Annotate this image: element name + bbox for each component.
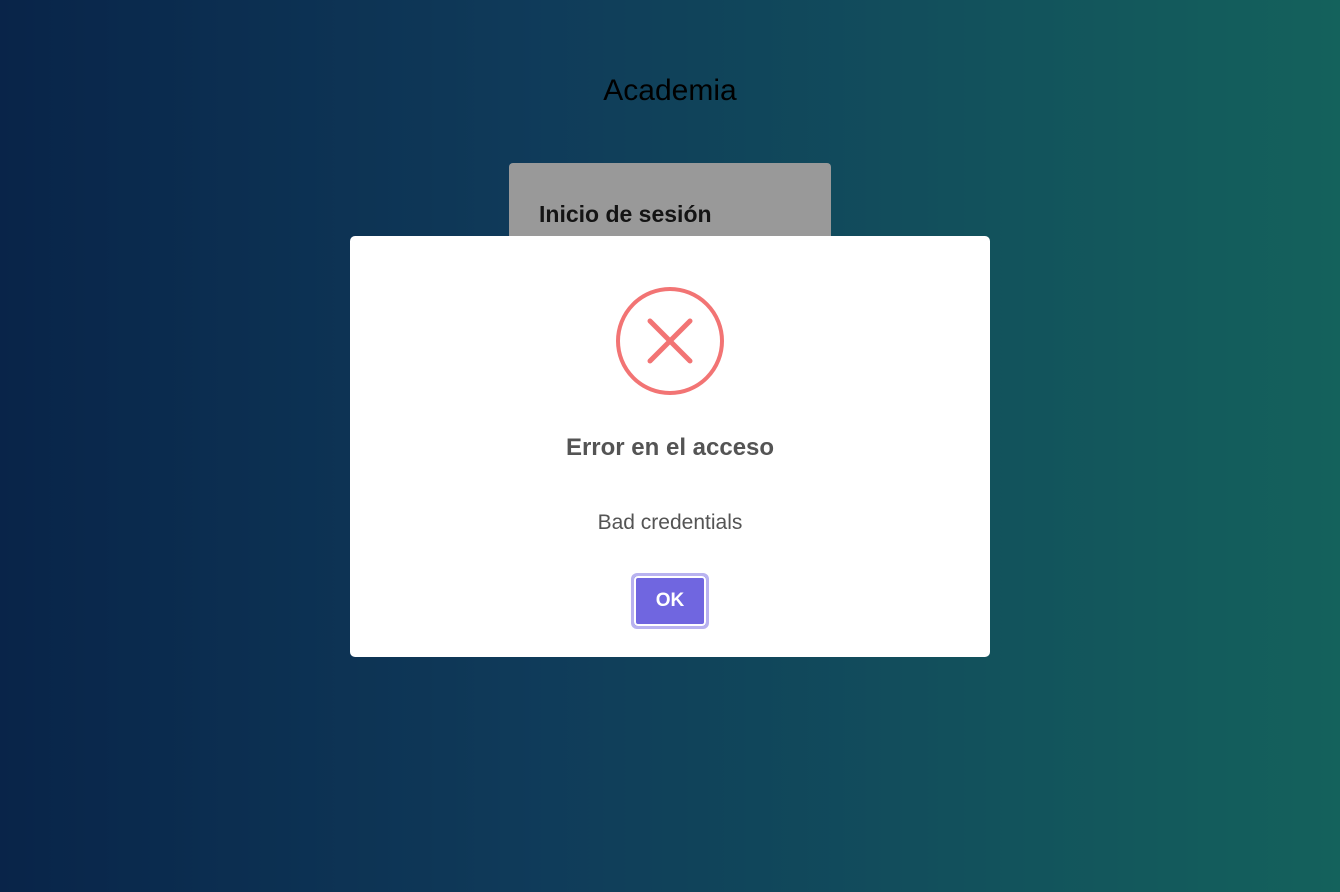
dialog-title: Error en el acceso (565, 434, 775, 461)
dialog-message: Bad credentials (597, 511, 743, 534)
ok-button-label: OK (634, 576, 706, 626)
error-dialog: Error en el acceso Bad credentials OK (350, 236, 990, 657)
error-x-icon (616, 287, 724, 395)
ok-button[interactable]: OK (631, 573, 709, 629)
